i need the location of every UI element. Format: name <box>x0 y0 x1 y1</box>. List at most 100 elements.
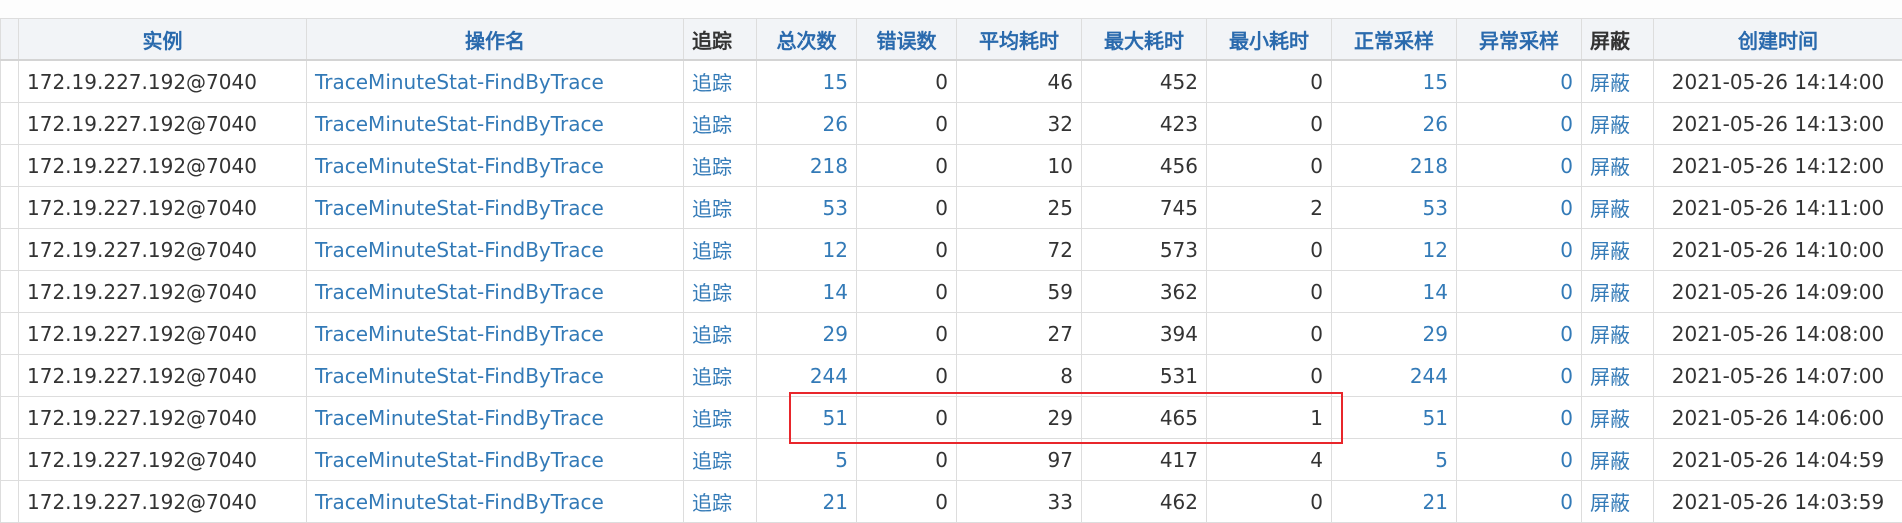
trace-link[interactable]: 追踪 <box>684 313 757 355</box>
cell-instance: 172.19.227.192@7040 <box>19 439 307 481</box>
operation-link[interactable]: TraceMinuteStat-FindByTrace <box>307 313 684 355</box>
header-normal-samples[interactable]: 正常采样 <box>1332 19 1457 61</box>
row-gutter <box>1 229 19 271</box>
total-count-link[interactable]: 15 <box>757 60 857 103</box>
normal-samples-link[interactable]: 29 <box>1332 313 1457 355</box>
cell-instance: 172.19.227.192@7040 <box>19 103 307 145</box>
abnormal-samples-link[interactable]: 0 <box>1457 355 1582 397</box>
operation-link[interactable]: TraceMinuteStat-FindByTrace <box>307 187 684 229</box>
header-errors[interactable]: 错误数 <box>857 19 957 61</box>
normal-samples-link[interactable]: 53 <box>1332 187 1457 229</box>
trace-link[interactable]: 追踪 <box>684 145 757 187</box>
operation-link[interactable]: TraceMinuteStat-FindByTrace <box>307 355 684 397</box>
operation-link[interactable]: TraceMinuteStat-FindByTrace <box>307 397 684 439</box>
trace-link[interactable]: 追踪 <box>684 355 757 397</box>
table-row: 172.19.227.192@7040TraceMinuteStat-FindB… <box>1 313 1902 355</box>
normal-samples-link[interactable]: 51 <box>1332 397 1457 439</box>
total-count-link[interactable]: 14 <box>757 271 857 313</box>
operation-link[interactable]: TraceMinuteStat-FindByTrace <box>307 229 684 271</box>
abnormal-samples-link[interactable]: 0 <box>1457 229 1582 271</box>
block-link[interactable]: 屏蔽 <box>1582 60 1654 103</box>
header-instance[interactable]: 实例 <box>19 19 307 61</box>
cell-instance: 172.19.227.192@7040 <box>19 481 307 523</box>
operation-link[interactable]: TraceMinuteStat-FindByTrace <box>307 60 684 103</box>
header-avg-cost[interactable]: 平均耗时 <box>957 19 1082 61</box>
operation-link[interactable]: TraceMinuteStat-FindByTrace <box>307 481 684 523</box>
abnormal-samples-link[interactable]: 0 <box>1457 397 1582 439</box>
header-max-cost[interactable]: 最大耗时 <box>1082 19 1207 61</box>
cell-avg-cost: 46 <box>957 60 1082 103</box>
normal-samples-link[interactable]: 12 <box>1332 229 1457 271</box>
operation-link[interactable]: TraceMinuteStat-FindByTrace <box>307 103 684 145</box>
cell-errors: 0 <box>857 481 957 523</box>
operation-link[interactable]: TraceMinuteStat-FindByTrace <box>307 271 684 313</box>
header-abnormal-samples[interactable]: 异常采样 <box>1457 19 1582 61</box>
abnormal-samples-link[interactable]: 0 <box>1457 271 1582 313</box>
normal-samples-link[interactable]: 14 <box>1332 271 1457 313</box>
cell-created-time: 2021-05-26 14:10:00 <box>1654 229 1902 271</box>
row-gutter <box>1 355 19 397</box>
header-created-time[interactable]: 创建时间 <box>1654 19 1902 61</box>
abnormal-samples-link[interactable]: 0 <box>1457 439 1582 481</box>
trace-link[interactable]: 追踪 <box>684 397 757 439</box>
cell-errors: 0 <box>857 397 957 439</box>
trace-link[interactable]: 追踪 <box>684 103 757 145</box>
total-count-link[interactable]: 5 <box>757 439 857 481</box>
normal-samples-link[interactable]: 218 <box>1332 145 1457 187</box>
block-link[interactable]: 屏蔽 <box>1582 103 1654 145</box>
abnormal-samples-link[interactable]: 0 <box>1457 481 1582 523</box>
normal-samples-link[interactable]: 15 <box>1332 60 1457 103</box>
cell-created-time: 2021-05-26 14:03:59 <box>1654 481 1902 523</box>
block-link[interactable]: 屏蔽 <box>1582 187 1654 229</box>
block-link[interactable]: 屏蔽 <box>1582 481 1654 523</box>
cell-created-time: 2021-05-26 14:12:00 <box>1654 145 1902 187</box>
block-link[interactable]: 屏蔽 <box>1582 229 1654 271</box>
normal-samples-link[interactable]: 5 <box>1332 439 1457 481</box>
total-count-link[interactable]: 51 <box>757 397 857 439</box>
block-link[interactable]: 屏蔽 <box>1582 313 1654 355</box>
cell-instance: 172.19.227.192@7040 <box>19 187 307 229</box>
trace-link[interactable]: 追踪 <box>684 187 757 229</box>
header-block[interactable]: 屏蔽 <box>1582 19 1654 61</box>
abnormal-samples-link[interactable]: 0 <box>1457 103 1582 145</box>
trace-link[interactable]: 追踪 <box>684 481 757 523</box>
normal-samples-link[interactable]: 26 <box>1332 103 1457 145</box>
abnormal-samples-link[interactable]: 0 <box>1457 145 1582 187</box>
cell-instance: 172.19.227.192@7040 <box>19 313 307 355</box>
cell-max-cost: 394 <box>1082 313 1207 355</box>
operation-link[interactable]: TraceMinuteStat-FindByTrace <box>307 145 684 187</box>
block-link[interactable]: 屏蔽 <box>1582 439 1654 481</box>
cell-errors: 0 <box>857 229 957 271</box>
abnormal-samples-link[interactable]: 0 <box>1457 313 1582 355</box>
total-count-link[interactable]: 12 <box>757 229 857 271</box>
total-count-link[interactable]: 26 <box>757 103 857 145</box>
header-total[interactable]: 总次数 <box>757 19 857 61</box>
operation-link[interactable]: TraceMinuteStat-FindByTrace <box>307 439 684 481</box>
table-row: 172.19.227.192@7040TraceMinuteStat-FindB… <box>1 271 1902 313</box>
block-link[interactable]: 屏蔽 <box>1582 271 1654 313</box>
block-link[interactable]: 屏蔽 <box>1582 145 1654 187</box>
total-count-link[interactable]: 29 <box>757 313 857 355</box>
header-trace[interactable]: 追踪 <box>684 19 757 61</box>
normal-samples-link[interactable]: 21 <box>1332 481 1457 523</box>
cell-min-cost: 0 <box>1207 60 1332 103</box>
table-row: 172.19.227.192@7040TraceMinuteStat-FindB… <box>1 187 1902 229</box>
total-count-link[interactable]: 53 <box>757 187 857 229</box>
trace-link[interactable]: 追踪 <box>684 271 757 313</box>
normal-samples-link[interactable]: 244 <box>1332 355 1457 397</box>
abnormal-samples-link[interactable]: 0 <box>1457 60 1582 103</box>
header-min-cost[interactable]: 最小耗时 <box>1207 19 1332 61</box>
total-count-link[interactable]: 218 <box>757 145 857 187</box>
cell-min-cost: 4 <box>1207 439 1332 481</box>
total-count-link[interactable]: 244 <box>757 355 857 397</box>
trace-link[interactable]: 追踪 <box>684 60 757 103</box>
block-link[interactable]: 屏蔽 <box>1582 355 1654 397</box>
total-count-link[interactable]: 21 <box>757 481 857 523</box>
abnormal-samples-link[interactable]: 0 <box>1457 187 1582 229</box>
trace-link[interactable]: 追踪 <box>684 229 757 271</box>
trace-link[interactable]: 追踪 <box>684 439 757 481</box>
header-operation[interactable]: 操作名 <box>307 19 684 61</box>
cell-created-time: 2021-05-26 14:11:00 <box>1654 187 1902 229</box>
block-link[interactable]: 屏蔽 <box>1582 397 1654 439</box>
row-gutter <box>1 271 19 313</box>
